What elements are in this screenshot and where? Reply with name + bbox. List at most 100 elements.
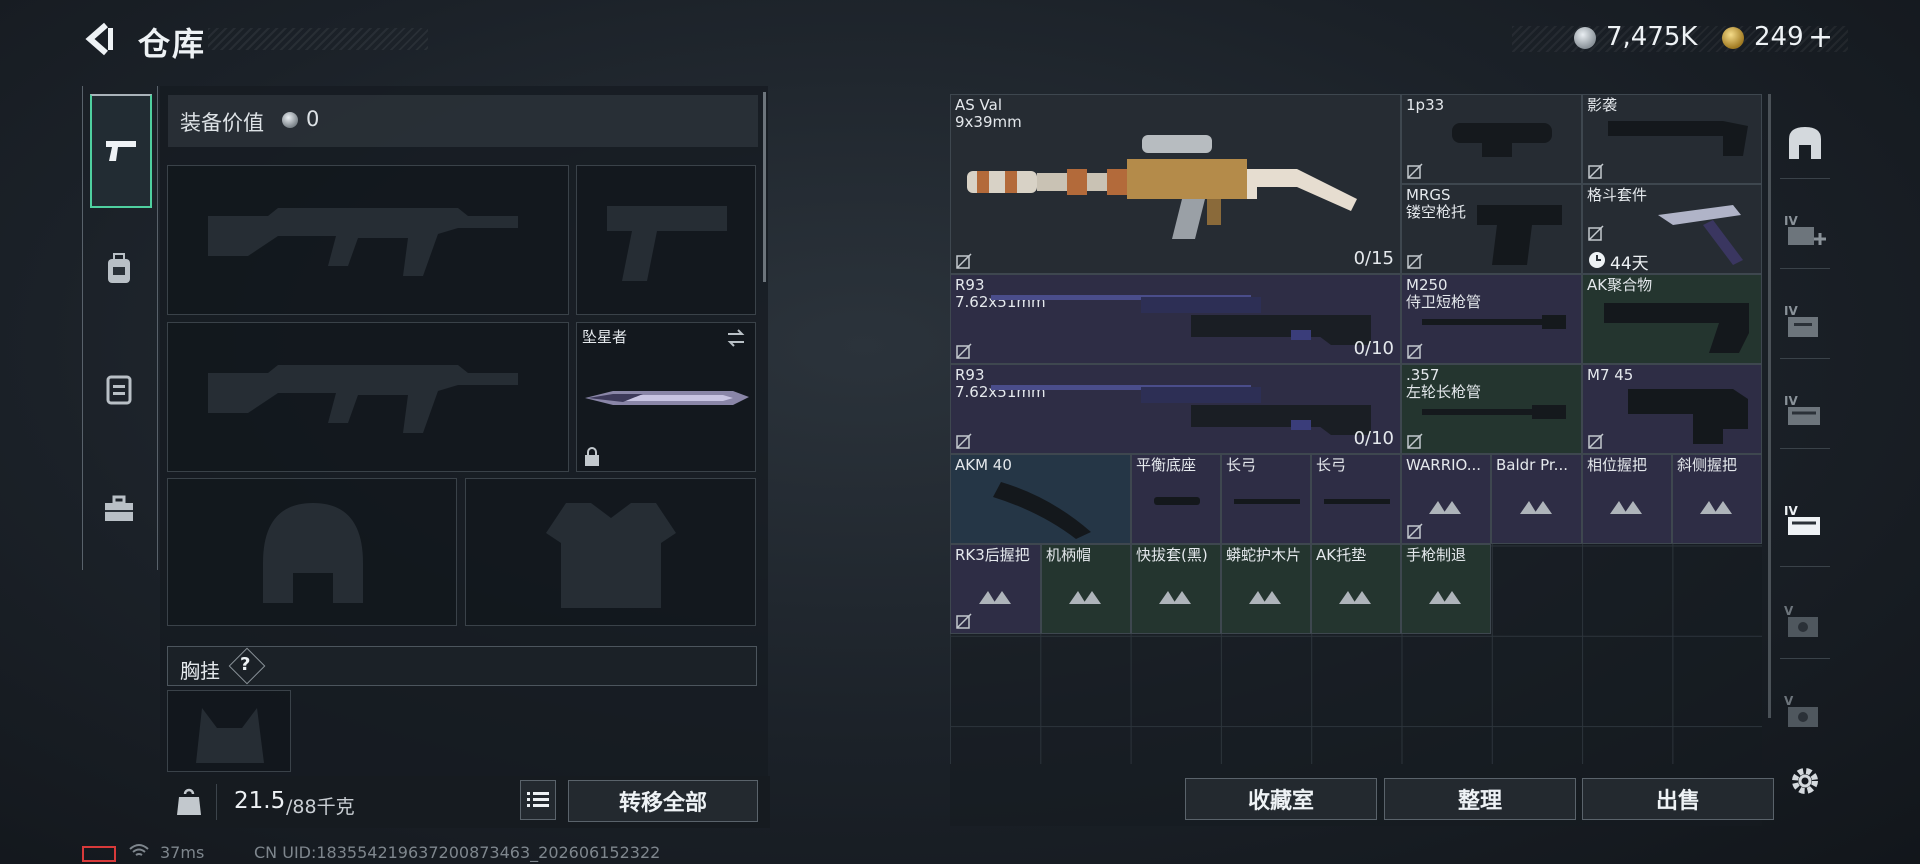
tab-gear[interactable] bbox=[90, 334, 148, 444]
stash-tab-v-1[interactable]: V bbox=[1780, 596, 1830, 646]
stash-tab-iv-3[interactable]: IV bbox=[1780, 386, 1830, 436]
item-rk3-grip[interactable]: RK3后握把 bbox=[950, 544, 1041, 634]
weapon-case-icon: IV bbox=[1784, 504, 1820, 535]
item-357-barrel[interactable]: .357 左轮长枪管 bbox=[1401, 364, 1582, 454]
not-tradeable-icon bbox=[956, 433, 972, 449]
lock-icon bbox=[585, 447, 599, 466]
item-1p33[interactable]: 1p33 bbox=[1401, 94, 1582, 184]
silver-coin-icon bbox=[282, 112, 298, 128]
placeholder-mountain-icon bbox=[1069, 591, 1101, 605]
pistol-icon bbox=[106, 141, 136, 161]
item-name: 长弓 bbox=[1226, 456, 1257, 474]
settings-button[interactable] bbox=[1780, 756, 1830, 806]
loadout-scrollbar[interactable] bbox=[763, 92, 766, 282]
item-subname: 左轮长枪管 bbox=[1406, 383, 1482, 401]
item-name: 平衡底座 bbox=[1136, 456, 1197, 474]
add-currency-button[interactable]: + bbox=[1808, 20, 1833, 55]
item-baldr[interactable]: Baldr Pr... bbox=[1491, 454, 1582, 544]
not-tradeable-icon bbox=[1588, 225, 1604, 241]
collection-room-button[interactable]: 收藏室 bbox=[1185, 778, 1377, 820]
item-name: 蟒蛇护木片 bbox=[1226, 546, 1302, 564]
item-melee-kit[interactable]: 格斗套件 44天 bbox=[1582, 184, 1762, 274]
item-handle-cap[interactable]: 机柄帽 bbox=[1041, 544, 1131, 634]
organize-button[interactable]: 整理 bbox=[1384, 778, 1576, 820]
r93-rifle-icon bbox=[991, 385, 1371, 435]
stash-tab-iv-2[interactable]: IV bbox=[1780, 296, 1830, 346]
body-armor-slot[interactable] bbox=[465, 478, 756, 626]
item-akm-40-magazine[interactable]: AKM 40 bbox=[950, 454, 1131, 544]
not-tradeable-icon bbox=[956, 253, 972, 269]
vest-silhouette-icon bbox=[546, 503, 676, 608]
item-mrgs-stock[interactable]: MRGS 镂空枪托 bbox=[1401, 184, 1582, 274]
tab-supplies[interactable] bbox=[90, 454, 148, 564]
weapon-case-icon: IV bbox=[1784, 394, 1820, 425]
back-arrow-icon[interactable] bbox=[84, 22, 118, 56]
svg-text:IV: IV bbox=[1784, 214, 1798, 228]
item-ak-polymer[interactable]: AK聚合物 bbox=[1582, 274, 1762, 364]
clock-icon bbox=[1589, 252, 1605, 268]
stash-tab-iv-1[interactable]: IV bbox=[1780, 206, 1830, 256]
helmet-silhouette-icon bbox=[263, 503, 363, 603]
placeholder-mountain-icon bbox=[1429, 501, 1461, 515]
not-tradeable-icon bbox=[1407, 163, 1423, 179]
item-balance-base[interactable]: 平衡底座 bbox=[1131, 454, 1221, 544]
not-tradeable-icon bbox=[956, 343, 972, 359]
item-angled-grip[interactable]: 斜侧握把 bbox=[1672, 454, 1762, 544]
item-name: MRGS bbox=[1406, 186, 1451, 204]
tab-armor[interactable] bbox=[90, 214, 148, 324]
item-r93[interactable]: R93 7.62x51mm 0/10 bbox=[950, 364, 1401, 454]
sell-button[interactable]: 出售 bbox=[1582, 778, 1774, 820]
equip-value-label: 装备价值 bbox=[180, 111, 264, 135]
weight-current: 21.5 bbox=[234, 788, 286, 814]
chest-rig-label: 胸挂 bbox=[180, 659, 220, 683]
ammo-count: 0/10 bbox=[1353, 428, 1394, 449]
stash-tab-main[interactable] bbox=[1780, 118, 1830, 168]
item-pistol-compensator[interactable]: 手枪制退 bbox=[1401, 544, 1491, 634]
stash-scrollbar[interactable] bbox=[1768, 94, 1771, 718]
sidearm-slot[interactable] bbox=[576, 165, 756, 315]
item-longbow[interactable]: 长弓 bbox=[1221, 454, 1311, 544]
item-longbow[interactable]: 长弓 bbox=[1311, 454, 1401, 544]
item-name: AKM 40 bbox=[955, 456, 1012, 474]
attachment-icon bbox=[1154, 497, 1200, 505]
item-name: 相位握把 bbox=[1587, 456, 1648, 474]
primary-weapon-slot[interactable] bbox=[167, 165, 569, 315]
item-m7-45[interactable]: M7 45 bbox=[1582, 364, 1762, 454]
stock-icon bbox=[1477, 205, 1562, 265]
battery-icon bbox=[82, 846, 116, 862]
item-warrior[interactable]: WARRIO... bbox=[1401, 454, 1491, 544]
helmet-slot[interactable] bbox=[167, 478, 457, 626]
safe-icon: V bbox=[1784, 604, 1818, 637]
item-name: AK托垫 bbox=[1316, 546, 1367, 564]
attachment-icon bbox=[1234, 499, 1300, 504]
swap-icon[interactable] bbox=[725, 327, 747, 349]
stash-tab-iv-4-active[interactable]: IV bbox=[1780, 496, 1830, 546]
item-name: 快拔套(黑) bbox=[1136, 546, 1208, 564]
melee-slot[interactable]: 坠星者 bbox=[576, 322, 756, 472]
placeholder-mountain-icon bbox=[1700, 501, 1732, 515]
backpack-icon bbox=[108, 253, 130, 283]
item-as-val[interactable]: AS Val 9x39mm 0/15 bbox=[950, 94, 1401, 274]
item-stock-shadow[interactable]: 影袭 bbox=[1582, 94, 1762, 184]
secondary-weapon-slot[interactable] bbox=[167, 322, 569, 472]
not-tradeable-icon bbox=[1588, 163, 1604, 179]
stash-icon bbox=[1789, 127, 1821, 159]
item-python-handguard[interactable]: 蟒蛇护木片 bbox=[1221, 544, 1311, 634]
item-m250-barrel[interactable]: M250 侍卫短枪管 bbox=[1401, 274, 1582, 364]
item-ak-butt-pad[interactable]: AK托垫 bbox=[1311, 544, 1401, 634]
list-view-button[interactable] bbox=[520, 780, 556, 820]
equip-value-amount: 0 bbox=[306, 107, 320, 131]
r93-rifle-icon bbox=[991, 295, 1371, 345]
item-name: .357 bbox=[1406, 366, 1440, 384]
chest-rig-silhouette-icon bbox=[196, 708, 264, 763]
tab-weapons[interactable] bbox=[90, 94, 152, 208]
item-phase-grip[interactable]: 相位握把 bbox=[1582, 454, 1672, 544]
chest-rig-slot[interactable] bbox=[167, 690, 291, 772]
transfer-all-button[interactable]: 转移全部 bbox=[568, 780, 758, 822]
stash-tab-v-2[interactable]: V bbox=[1780, 686, 1830, 736]
silver-coin-icon bbox=[1574, 27, 1596, 49]
item-quick-holster[interactable]: 快拔套(黑) bbox=[1131, 544, 1221, 634]
page-title: 仓库 bbox=[138, 25, 207, 63]
item-r93[interactable]: R93 7.62x51mm 0/10 bbox=[950, 274, 1401, 364]
wifi-icon bbox=[129, 844, 149, 856]
